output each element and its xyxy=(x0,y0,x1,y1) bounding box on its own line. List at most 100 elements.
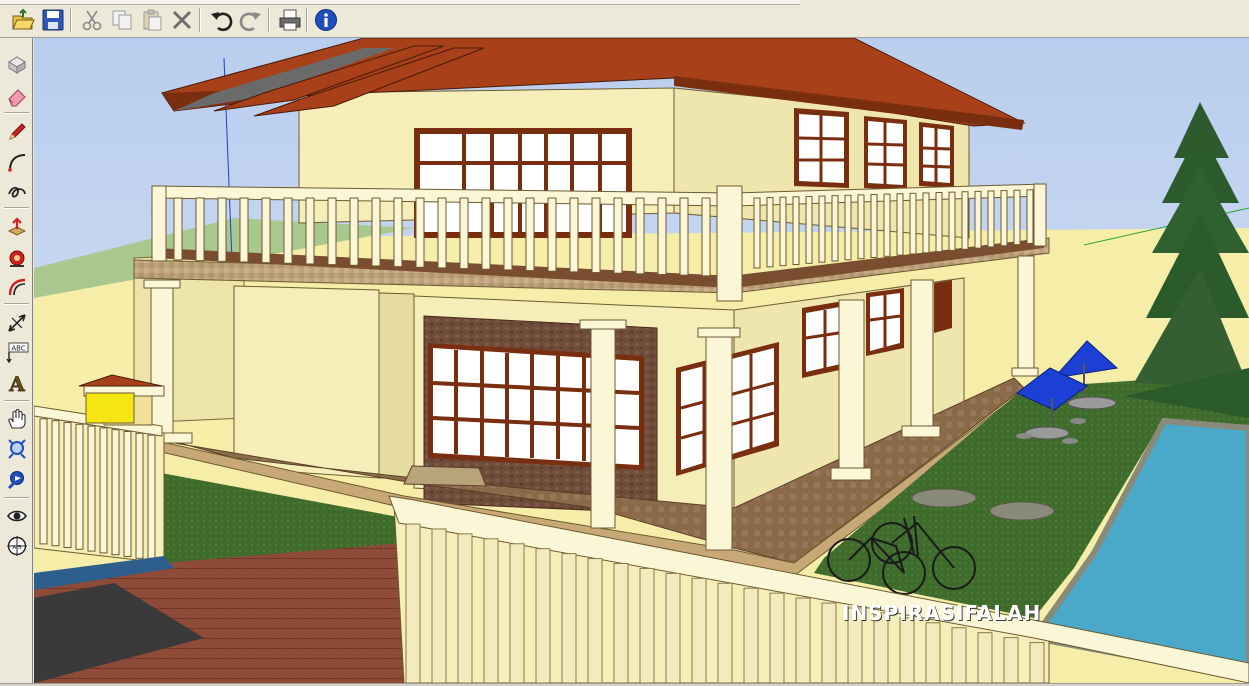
railing-post xyxy=(909,192,917,255)
text-tool[interactable]: ABC xyxy=(3,339,30,366)
3d-text-tool[interactable]: A xyxy=(3,369,30,396)
railing-post xyxy=(239,197,249,263)
section-plane-tool[interactable]: A-5 xyxy=(3,532,30,559)
railing-post xyxy=(870,193,878,258)
paste-icon xyxy=(143,9,162,31)
railing-post xyxy=(948,191,956,251)
undo-button[interactable] xyxy=(208,6,234,34)
railing-post xyxy=(779,196,787,267)
redo-icon xyxy=(239,12,261,32)
save-icon xyxy=(42,9,64,31)
eraser-tool[interactable] xyxy=(3,82,30,109)
railing-post xyxy=(896,193,904,256)
railing-post xyxy=(457,533,473,683)
railing-post xyxy=(665,572,681,683)
text-label-icon: ABC xyxy=(5,342,28,363)
stepping-stone xyxy=(989,501,1055,521)
tool-palette: ABC A A-5 xyxy=(0,38,33,686)
palette-separator xyxy=(4,400,29,402)
railing-post xyxy=(753,197,761,269)
railing-post xyxy=(977,632,993,683)
arc-icon xyxy=(7,153,25,172)
railing-post xyxy=(535,548,551,683)
follow-me-tool[interactable] xyxy=(3,243,30,270)
copy-button[interactable] xyxy=(109,6,135,34)
open-button[interactable] xyxy=(10,6,36,34)
railing-post xyxy=(805,195,813,264)
line-tool[interactable] xyxy=(3,118,30,145)
text-label-glyph: ABC xyxy=(11,344,25,352)
select-tool[interactable] xyxy=(3,51,30,78)
zoom-window-tool[interactable] xyxy=(3,435,30,462)
railing-post xyxy=(717,582,733,683)
railing-post xyxy=(795,597,811,683)
3d-house-scene xyxy=(34,38,1249,683)
railing-post xyxy=(39,418,48,545)
railing-post xyxy=(743,587,759,683)
print-button[interactable] xyxy=(277,6,303,34)
pan-tool[interactable] xyxy=(3,405,30,432)
watermark-text: INSPIRASIFALAH xyxy=(842,601,1042,625)
walk-tool[interactable] xyxy=(3,465,30,492)
railing-post xyxy=(63,422,72,548)
railing-post xyxy=(857,194,865,260)
toolbar-separator xyxy=(306,8,308,32)
railing-post xyxy=(525,197,535,272)
sketchup-window: ABC A A-5 INSPIRASIFALAH xyxy=(0,0,1249,686)
railing-post xyxy=(123,431,132,557)
railing-post xyxy=(305,197,315,265)
railing-post xyxy=(922,192,930,254)
railing-post xyxy=(561,553,577,683)
railing-post xyxy=(75,423,84,550)
look-around-tool[interactable] xyxy=(3,502,30,529)
railing-post xyxy=(459,197,469,270)
railing-post xyxy=(1029,642,1045,683)
pan-hand-icon xyxy=(7,408,26,429)
railing-post xyxy=(925,622,941,683)
walk-icon xyxy=(7,470,24,489)
erase-button[interactable] xyxy=(169,6,195,34)
redo-button[interactable] xyxy=(238,6,264,34)
dimension-icon xyxy=(7,313,26,332)
cut-button[interactable] xyxy=(79,6,105,34)
dimension-tool[interactable] xyxy=(3,309,30,336)
railing-post xyxy=(371,197,381,267)
offset-icon xyxy=(8,278,25,295)
railing-post xyxy=(591,197,601,274)
arc-tool[interactable] xyxy=(3,148,30,175)
palette-separator xyxy=(4,497,29,499)
railing-post xyxy=(99,427,108,554)
offset-tool[interactable] xyxy=(3,273,30,300)
railing-post xyxy=(481,197,491,270)
save-button[interactable] xyxy=(40,6,66,34)
railing-post xyxy=(1003,637,1019,683)
railing-post xyxy=(766,197,774,268)
railing-post xyxy=(613,197,623,274)
railing-post xyxy=(613,563,629,683)
toolbar-separator xyxy=(199,8,201,32)
railing-post xyxy=(657,197,667,276)
railing-post xyxy=(639,567,655,683)
section-glyph: A-5 xyxy=(12,545,22,551)
stepping-stone xyxy=(911,488,977,508)
push-pull-icon xyxy=(7,216,26,236)
pencil-line-icon xyxy=(8,122,26,140)
railing-post xyxy=(51,420,60,547)
lower-wall-left xyxy=(233,285,380,479)
railing-post xyxy=(349,197,359,266)
railing-post xyxy=(691,577,707,683)
freehand-tool[interactable] xyxy=(3,177,30,204)
railing-post xyxy=(769,592,785,683)
railing-post xyxy=(821,602,837,683)
railing-post xyxy=(635,197,645,275)
model-viewport[interactable]: INSPIRASIFALAH xyxy=(34,38,1249,683)
model-info-icon xyxy=(315,9,337,31)
railing-post xyxy=(431,528,447,683)
paste-button[interactable] xyxy=(139,6,165,34)
zoom-window-icon xyxy=(7,438,26,459)
railing-post xyxy=(437,197,447,269)
railing-post xyxy=(831,195,839,262)
push-pull-tool[interactable] xyxy=(3,213,30,240)
model-info-button[interactable] xyxy=(313,6,339,34)
railing-post xyxy=(261,197,271,264)
